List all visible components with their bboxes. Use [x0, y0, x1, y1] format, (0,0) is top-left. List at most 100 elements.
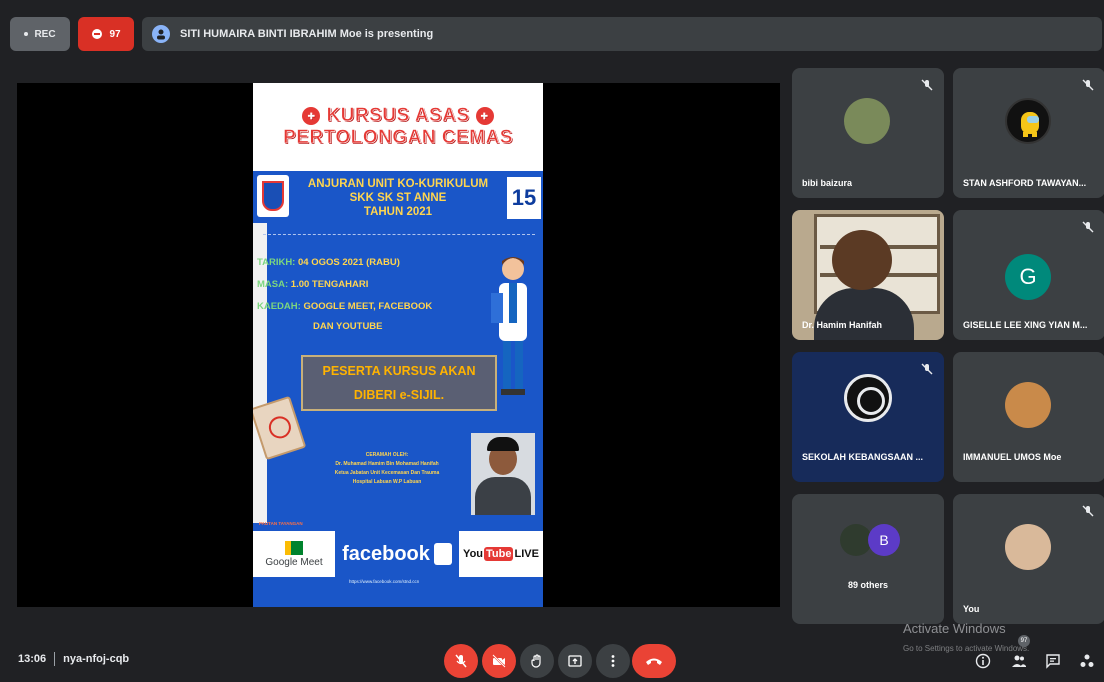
poster-strip — [253, 223, 267, 523]
speaker-credits: CERAMAH OLEH: Dr. Muhamad Hamim Bin Moha… — [301, 451, 473, 487]
platform-logos: Google Meet facebook You Tube LIVE — [253, 531, 543, 577]
facebook-logo: facebook — [335, 531, 459, 577]
meeting-time: 13:06 — [18, 653, 47, 665]
meeting-code: nya-nfoj-cqb — [63, 653, 130, 665]
live-participants-badge[interactable]: 97 — [78, 17, 134, 51]
participant-count: 97 — [109, 28, 121, 40]
participant-avatar-letter: B — [868, 524, 900, 556]
among-us-icon — [1021, 112, 1039, 137]
google-meet-logo: Google Meet — [253, 531, 335, 577]
presenting-banner: SITI HUMAIRA BINTI IBRAHIM Moe is presen… — [142, 17, 1102, 51]
info-icon — [975, 653, 991, 669]
org-line3: TAHUN 2021 — [363, 206, 433, 218]
self-tile[interactable]: You — [953, 494, 1104, 624]
participant-tile[interactable]: STAN ASHFORD TAWAYAN... — [953, 68, 1104, 198]
participant-name: GISELLE LEE XING YIAN M... — [963, 320, 1088, 330]
speaker-photo — [471, 433, 535, 515]
others-tile[interactable]: B 89 others — [792, 494, 944, 624]
participant-avatar — [844, 98, 890, 144]
certificate-notice: PESERTA KURSUS AKAN DIBERI e-SIJIL. — [301, 355, 497, 411]
participant-avatar — [1005, 382, 1051, 428]
peserta-line2: DIBERI e-SIJIL. — [353, 388, 445, 402]
thumbs-up-icon — [433, 543, 452, 565]
participant-tile-active-speaker[interactable]: Dr. Hamim Hanifah — [792, 210, 944, 340]
hang-up-icon — [646, 658, 662, 665]
poster-title-line1: KURSUS ASAS — [326, 105, 470, 127]
ceramah-line2: Dr. Muhamad Hamim Bin Mohamad Hanifah — [335, 461, 439, 467]
participant-name: SEKOLAH KEBANGSAAN ... — [802, 452, 924, 462]
youtube-live-logo: You Tube LIVE — [459, 531, 543, 577]
participant-name: STAN ASHFORD TAWAYAN... — [963, 178, 1087, 188]
speaker-body — [814, 288, 914, 340]
poster-kaedah: KAEDAH: GOOGLE MEET, FACEBOOK — [257, 301, 433, 312]
poster-masa: MASA: 1.00 TENGAHARI — [257, 279, 369, 290]
org-line1: ANJURAN UNIT KO-KURIKULUM — [307, 178, 489, 190]
activities-icon — [1080, 654, 1094, 667]
peserta-line1: PESERTA KURSUS AKAN — [322, 364, 476, 378]
present-button[interactable] — [558, 644, 592, 678]
mic-off-icon — [1082, 505, 1094, 517]
camera-toggle-button[interactable] — [482, 644, 516, 678]
youtube-you: You — [463, 548, 484, 560]
first-aid-icon: + — [475, 107, 494, 125]
shared-poster: + KURSUS ASAS + PERTOLONGAN CEMAS 15 ANJ… — [253, 83, 543, 607]
participant-name: Dr. Hamim Hanifah — [802, 320, 883, 330]
presenter-avatar-icon — [152, 25, 170, 43]
poster-title: + KURSUS ASAS + PERTOLONGAN CEMAS — [253, 83, 543, 171]
raise-hand-button[interactable] — [520, 644, 554, 678]
participant-name: bibi baizura — [802, 178, 853, 188]
poster-kaedah-2: DAN YOUTUBE — [313, 321, 383, 332]
chat-button[interactable] — [1042, 650, 1064, 672]
participant-tile[interactable]: G GISELLE LEE XING YIAN M... — [953, 210, 1104, 340]
org-line2: SKK SK ST ANNE — [349, 192, 447, 204]
facebook-url: https://www.facebook.com/stnd.ccn — [349, 579, 420, 584]
obs-logo-icon — [844, 374, 892, 422]
ceramah-line4: Hospital Labuan W.P Labuan — [352, 479, 422, 485]
meeting-info: 13:06 nya-nfoj-cqb — [18, 652, 129, 666]
mic-toggle-button[interactable] — [444, 644, 478, 678]
present-screen-icon — [568, 655, 582, 667]
activities-button[interactable] — [1076, 650, 1098, 672]
others-count: 89 others — [847, 580, 889, 590]
people-icon — [1012, 655, 1026, 667]
poster-organizer: ANJURAN UNIT KO-KURIKULUM SKK SK ST ANNE… — [289, 177, 507, 219]
live-icon — [92, 29, 103, 39]
participant-name: IMMANUEL UMOS Moe — [963, 452, 1062, 462]
first-aid-icon: + — [302, 107, 321, 125]
facebook-label: facebook — [342, 542, 430, 565]
hand-icon — [531, 654, 541, 668]
participant-tile[interactable]: bibi baizura — [792, 68, 944, 198]
camera-off-icon — [492, 654, 506, 668]
activate-windows-watermark: Activate Windows — [903, 621, 1006, 636]
school-crest-icon — [257, 175, 289, 217]
recording-label: REC — [34, 28, 56, 40]
presentation-stage: + KURSUS ASAS + PERTOLONGAN CEMAS 15 ANJ… — [17, 83, 780, 607]
presenting-text: SITI HUMAIRA BINTI IBRAHIM Moe is presen… — [180, 28, 434, 40]
participant-tile[interactable]: SEKOLAH KEBANGSAAN ... — [792, 352, 944, 482]
top-bar: REC 97 SITI HUMAIRA BINTI IBRAHIM Moe is… — [10, 14, 1102, 54]
youtube-tube: Tube — [484, 547, 514, 561]
more-options-button[interactable] — [596, 644, 630, 678]
poster-title-line2: PERTOLONGAN CEMAS — [283, 127, 513, 149]
poster-divider — [263, 234, 535, 235]
ceramah-line1: CERAMAH OLEH: — [365, 452, 409, 458]
leave-call-button[interactable] — [632, 644, 676, 678]
chat-icon — [1046, 654, 1060, 669]
mic-off-icon — [1082, 221, 1094, 233]
meeting-details-button[interactable] — [972, 650, 994, 672]
google-meet-icon — [285, 540, 303, 555]
speaker-head — [832, 230, 892, 290]
bottom-control-bar: 13:06 nya-nfoj-cqb — [0, 636, 1104, 682]
anniversary-badge: 15 — [507, 177, 541, 219]
ceramah-line3: Ketua Jabatan Unit Kecemasan Dan Trauma — [334, 470, 440, 476]
recording-indicator: REC — [10, 17, 70, 51]
mic-off-icon — [921, 363, 933, 375]
participant-avatar-letter: G — [1005, 254, 1051, 300]
people-button[interactable] — [1008, 650, 1030, 672]
participant-tile[interactable]: IMMANUEL UMOS Moe — [953, 352, 1104, 482]
youtube-live: LIVE — [514, 548, 539, 560]
more-vert-icon — [611, 655, 615, 667]
mic-off-icon — [1082, 79, 1094, 91]
self-avatar — [1005, 524, 1051, 570]
mic-off-icon — [455, 654, 467, 668]
